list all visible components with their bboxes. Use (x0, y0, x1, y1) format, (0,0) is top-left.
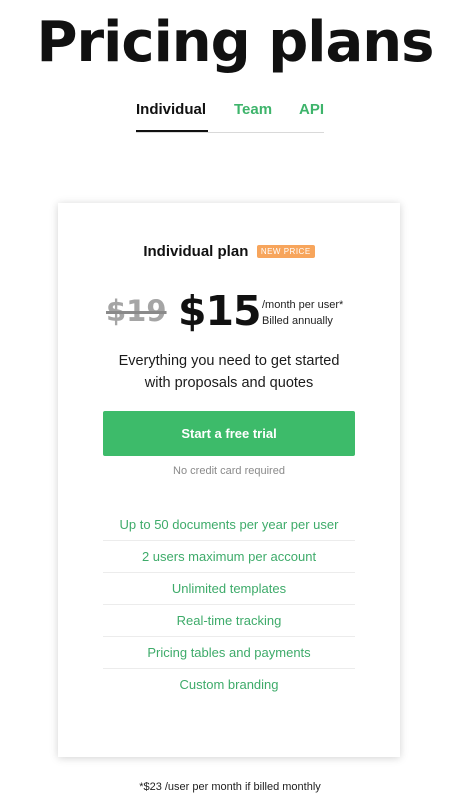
billing-period: Billed annually (262, 315, 333, 327)
monthly-billing-footnote: *$23 /user per month if billed monthly (139, 781, 321, 793)
no-credit-card-note: No credit card required (173, 465, 285, 477)
feature-list: Up to 50 documents per year per user 2 u… (103, 509, 355, 701)
tab-api[interactable]: API (299, 100, 324, 132)
description-line: Everything you need to get started (118, 353, 340, 369)
feature-item: Pricing tables and payments (103, 637, 355, 669)
plan-header: Individual plan NEW PRICE (58, 243, 400, 263)
feature-item: Real-time tracking (103, 605, 355, 637)
old-price: $19 (106, 294, 167, 328)
tab-individual[interactable]: Individual (136, 100, 208, 132)
feature-item: Up to 50 documents per year per user (103, 509, 355, 541)
feature-item: Custom branding (179, 677, 279, 692)
individual-plan-card: Individual plan NEW PRICE $19 $15 /month… (58, 203, 400, 757)
plan-description: Everything you need to get started with … (78, 350, 380, 394)
plan-name: Individual plan (143, 243, 249, 261)
feature-item: Unlimited templates (103, 573, 355, 605)
tab-team[interactable]: Team (234, 100, 272, 132)
feature-item: 2 users maximum per account (103, 541, 355, 573)
new-price-badge: NEW PRICE (256, 245, 315, 259)
description-line: with proposals and quotes (144, 375, 314, 391)
start-free-trial-button[interactable]: Start a free trial (103, 411, 355, 456)
price-note: /month per user* Billed annually (262, 297, 343, 329)
current-price: $15 (178, 287, 262, 335)
page-title: Pricing plans (36, 10, 435, 75)
price-unit: /month per user* (262, 299, 344, 311)
plan-tabs: Individual Team API (136, 100, 324, 133)
